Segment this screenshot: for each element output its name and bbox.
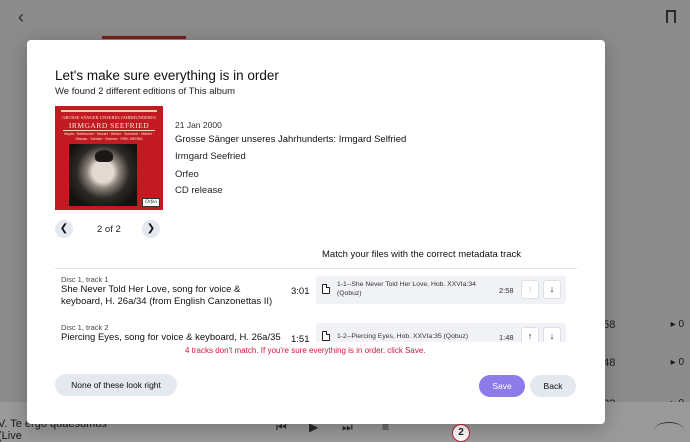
track-title: She Never Told Her Love, song for voice …: [61, 284, 273, 307]
back-arrow-icon[interactable]: ‹: [18, 8, 34, 26]
matched-file-name: 1-1--She Never Told Her Love, Hob. XXVIa…: [337, 281, 476, 297]
back-button[interactable]: Back: [530, 375, 576, 397]
arrow-down-icon: ↓: [549, 331, 555, 341]
match-heading: Match your files with the correct metada…: [322, 249, 522, 260]
list-item[interactable]: 2:58 ▸ 0: [594, 316, 690, 336]
cover-composers-text: Haydn · Beethoven · Mozart · Weber · Sch…: [63, 132, 155, 141]
album-title: Grosse Sänger unseres Jahrhunderts: Irmg…: [175, 134, 407, 145]
record-label: Orfeo: [175, 169, 199, 180]
bookmark-icon[interactable]: [666, 10, 676, 27]
track-duration: 3:01: [291, 286, 310, 297]
cover-portrait: [69, 144, 137, 206]
cover-series-text: GROSSE SÄNGER UNSERES JAHRHUNDERTS: [62, 115, 156, 120]
arrow-down-icon: ↓: [549, 284, 555, 294]
matched-file[interactable]: 1-1--She Never Told Her Love, Hob. XXVIa…: [316, 276, 566, 304]
track-disc-number: Disc 1, track 2: [61, 323, 109, 332]
mismatch-warning: 4 tracks don't match. If you're sure eve…: [185, 346, 426, 355]
next-edition-button[interactable]: ❯: [142, 220, 160, 238]
release-type: CD release: [175, 185, 223, 196]
play-count: ▸ 0: [670, 319, 684, 330]
move-down-button[interactable]: ↓: [543, 280, 561, 299]
label-logo: Orfeo: [142, 198, 160, 207]
portrait-hair: [95, 150, 113, 162]
album-artist: Irmgard Seefried: [175, 151, 246, 162]
move-up-button[interactable]: ↑: [521, 280, 539, 299]
edition-pager-text: 2 of 2: [97, 224, 121, 235]
table-row: Disc 1, track 1 She Never Told Her Love,…: [55, 269, 577, 319]
matched-file[interactable]: 1-2--Piercing Eyes, Hob. XXVIa:35 (Qobuz…: [316, 323, 566, 342]
output-device-icon[interactable]: [654, 422, 684, 438]
play-count: ▸ 0: [670, 357, 684, 368]
cover-artist-text: IRMGARD SEEFRIED: [68, 121, 150, 130]
file-icon: [322, 284, 330, 294]
previous-edition-button[interactable]: ❮: [55, 220, 73, 238]
matched-file-duration: 1:48: [499, 333, 514, 342]
track-title: Piercing Eyes, song for voice & keyboard…: [61, 332, 281, 342]
file-icon: [322, 331, 330, 341]
move-down-button[interactable]: ↓: [543, 327, 561, 342]
release-date: 21 Jan 2000: [175, 120, 222, 130]
chevron-right-icon: ❯: [146, 223, 156, 234]
cover-divider: [63, 130, 155, 131]
move-up-button[interactable]: ↑: [521, 327, 539, 342]
dialog-subtitle: We found 2 different editions of This al…: [55, 86, 236, 97]
track-disc-number: Disc 1, track 1: [61, 275, 109, 284]
arrow-up-icon: ↑: [527, 331, 533, 341]
matched-file-name: 1-2--Piercing Eyes, Hob. XXVIa:35 (Qobuz…: [337, 333, 469, 340]
queue-count-badge[interactable]: 2: [452, 424, 470, 442]
arrow-up-icon: ↑: [527, 284, 533, 294]
matched-file-duration: 2:58: [499, 286, 514, 295]
track-match-list[interactable]: Disc 1, track 1 She Never Told Her Love,…: [55, 268, 577, 342]
metadata-match-dialog: Let's make sure everything is in order W…: [27, 40, 605, 424]
album-cover: GROSSE SÄNGER UNSERES JAHRHUNDERTS IRMGA…: [55, 106, 163, 210]
save-button[interactable]: Save: [479, 375, 525, 397]
chevron-left-icon: ❮: [59, 223, 69, 234]
active-tab-indicator: [102, 36, 186, 39]
table-row: Disc 1, track 2 Piercing Eyes, song for …: [55, 319, 577, 342]
cover-rule: [61, 110, 157, 112]
dialog-title: Let's make sure everything is in order: [55, 68, 279, 83]
none-look-right-button[interactable]: None of these look right: [55, 374, 177, 396]
track-duration: 1:51: [291, 334, 310, 342]
list-item[interactable]: 1:48 ▸ 0: [594, 354, 690, 374]
